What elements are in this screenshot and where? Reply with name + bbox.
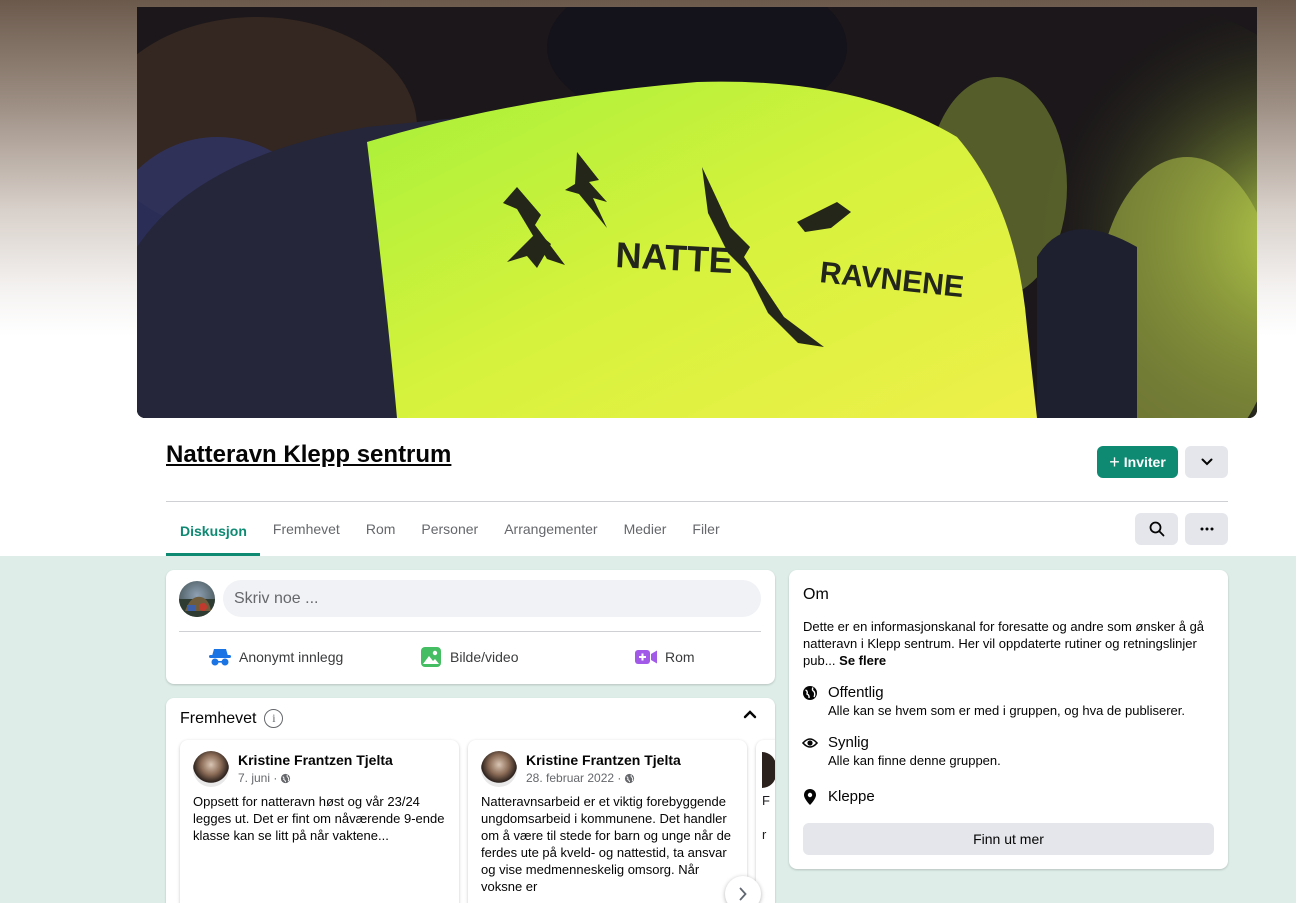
group-tabs: Diskusjon Fremhevet Rom Personer Arrange… bbox=[166, 506, 733, 556]
incognito-icon bbox=[209, 649, 231, 666]
tab-fremhevet[interactable]: Fremhevet bbox=[260, 506, 353, 552]
anonymous-post-button[interactable]: Anonymt innlegg bbox=[209, 644, 343, 670]
header-divider bbox=[166, 501, 1228, 502]
room-label: Rom bbox=[665, 649, 695, 665]
post-text: Oppsett for natteravn høst og vår 23/24 … bbox=[193, 794, 445, 843]
chevron-up-icon[interactable] bbox=[743, 710, 757, 719]
tab-arrangementer[interactable]: Arrangementer bbox=[491, 506, 610, 552]
tab-diskusjon[interactable]: Diskusjon bbox=[166, 506, 260, 556]
tab-personer[interactable]: Personer bbox=[408, 506, 491, 552]
location-name[interactable]: Kleppe bbox=[828, 788, 875, 806]
invite-button[interactable]: + Inviter bbox=[1097, 446, 1178, 478]
composer-divider bbox=[179, 631, 761, 632]
tab-filer[interactable]: Filer bbox=[679, 506, 732, 552]
video-room-icon bbox=[635, 650, 657, 664]
tab-rom[interactable]: Rom bbox=[353, 506, 409, 552]
globe-icon bbox=[802, 684, 818, 702]
post-date-row: 7. juni · bbox=[238, 771, 291, 785]
visibility-title: Synlig bbox=[828, 734, 869, 751]
about-description: Dette er en informasjonskanal for foresa… bbox=[803, 618, 1215, 669]
more-icon bbox=[1200, 527, 1213, 531]
post-author[interactable]: Kristine Frantzen Tjelta bbox=[526, 752, 681, 768]
user-avatar-image bbox=[179, 596, 215, 617]
chevron-right-icon bbox=[739, 887, 747, 901]
avatar[interactable] bbox=[193, 751, 229, 787]
cover-photo: NATTE RAVNENE bbox=[137, 7, 1257, 418]
privacy-title: Offentlig bbox=[828, 684, 884, 701]
post-composer: Skriv noe ... Anonymt innlegg Bilde/vide… bbox=[166, 570, 775, 684]
post-text: Natteravnsarbeid er et viktig forebyggen… bbox=[481, 794, 732, 894]
featured-header: Fremhevet i bbox=[180, 709, 284, 728]
chevron-down-icon bbox=[1201, 458, 1212, 466]
avatar[interactable] bbox=[481, 751, 517, 787]
map-pin-icon bbox=[802, 788, 818, 806]
photo-icon bbox=[421, 647, 441, 667]
anonymous-post-label: Anonymt innlegg bbox=[239, 649, 344, 665]
featured-post-card-peek[interactable]: F r bbox=[756, 740, 775, 903]
see-more-link[interactable]: Se flere bbox=[839, 653, 886, 668]
avatar bbox=[762, 752, 775, 788]
tab-medier[interactable]: Medier bbox=[611, 506, 680, 552]
plus-icon: + bbox=[1109, 452, 1120, 472]
photo-video-button[interactable]: Bilde/video bbox=[420, 644, 519, 670]
about-card: Om Dette er en informasjonskanal for for… bbox=[789, 570, 1228, 869]
peek-text-2: r bbox=[762, 827, 767, 842]
eye-icon bbox=[802, 734, 818, 752]
privacy-description: Alle kan se hvem som er med i gruppen, o… bbox=[828, 703, 1185, 718]
visibility-description: Alle kan finne denne gruppen. bbox=[828, 753, 1001, 768]
featured-title: Fremhevet bbox=[180, 709, 257, 727]
cover-illustration: NATTE RAVNENE bbox=[137, 7, 1257, 418]
invite-label: Inviter bbox=[1123, 454, 1166, 470]
find-more-button[interactable]: Finn ut mer bbox=[803, 823, 1214, 855]
search-icon bbox=[1149, 521, 1164, 537]
photo-video-label: Bilde/video bbox=[450, 649, 519, 665]
globe-icon bbox=[281, 773, 291, 783]
post-date-row: 28. februar 2022 · bbox=[526, 771, 635, 785]
more-options-button[interactable] bbox=[1185, 513, 1228, 545]
location-row: Kleppe bbox=[802, 788, 875, 806]
group-options-button[interactable] bbox=[1185, 446, 1228, 478]
peek-text-1: F bbox=[762, 793, 770, 808]
group-title[interactable]: Natteravn Klepp sentrum bbox=[166, 441, 451, 469]
cover-vest-text-1: NATTE bbox=[615, 234, 734, 281]
post-date[interactable]: 7. juni · bbox=[238, 771, 277, 785]
globe-icon bbox=[625, 773, 635, 783]
privacy-row: Offentlig Alle kan se hvem som er med i … bbox=[802, 684, 1185, 719]
featured-post-card[interactable]: Kristine Frantzen Tjelta 7. juni · Oppse… bbox=[180, 740, 459, 903]
visibility-row: Synlig Alle kan finne denne gruppen. bbox=[802, 734, 1001, 769]
info-icon[interactable]: i bbox=[264, 709, 284, 728]
post-author[interactable]: Kristine Frantzen Tjelta bbox=[238, 752, 393, 768]
featured-post-card[interactable]: Kristine Frantzen Tjelta 28. februar 202… bbox=[468, 740, 747, 903]
about-title: Om bbox=[803, 586, 829, 603]
post-date[interactable]: 28. februar 2022 · bbox=[526, 771, 621, 785]
room-button[interactable]: Rom bbox=[635, 644, 695, 670]
featured-section: Fremhevet i Kristine Frantzen Tjelta 7. … bbox=[166, 698, 775, 903]
avatar[interactable] bbox=[179, 581, 215, 617]
composer-input[interactable]: Skriv noe ... bbox=[223, 580, 761, 617]
search-button[interactable] bbox=[1135, 513, 1178, 545]
